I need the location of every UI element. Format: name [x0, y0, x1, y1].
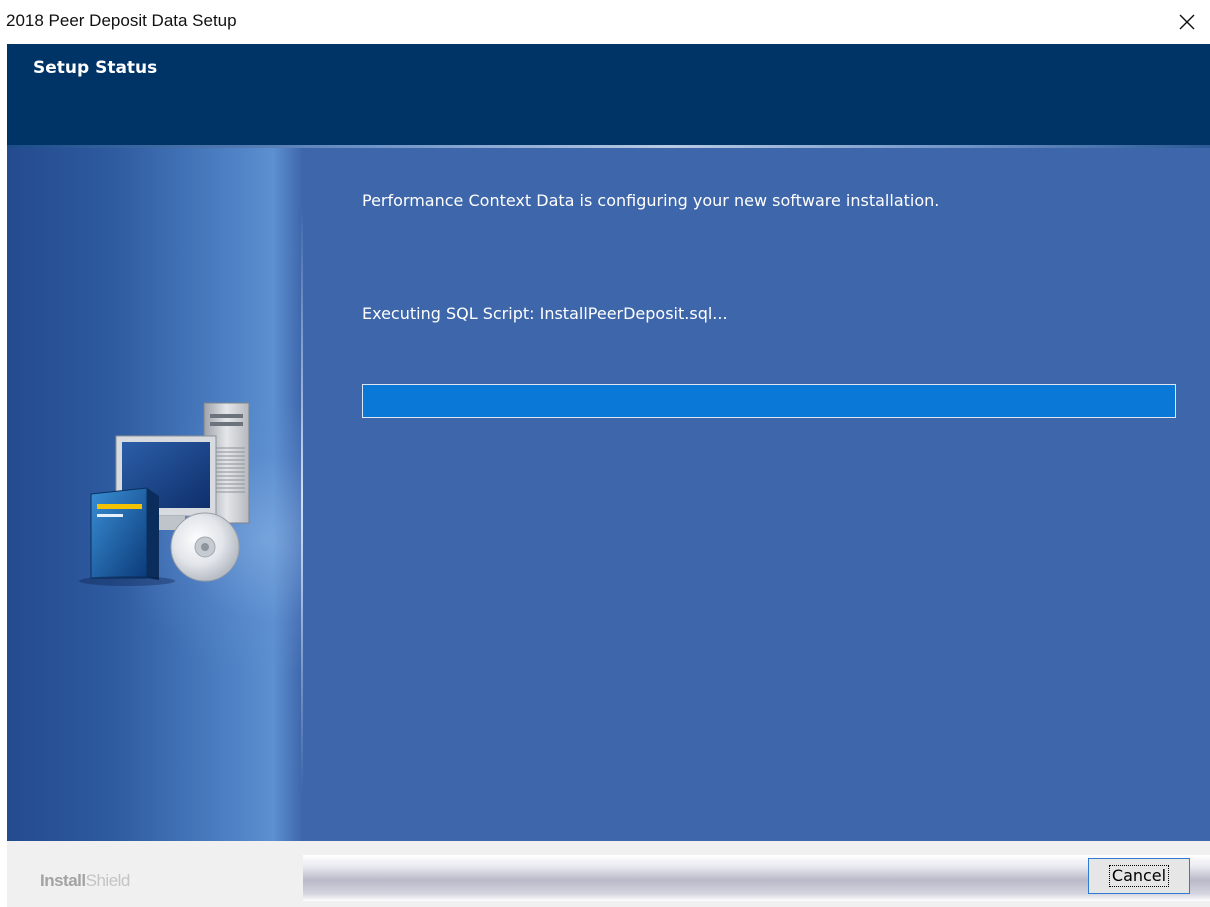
logo-light-text: Shield: [85, 871, 131, 890]
title-bar: 2018 Peer Deposit Data Setup: [0, 0, 1210, 44]
page-title: Setup Status: [33, 58, 158, 78]
cancel-button-label: Cancel: [1108, 865, 1170, 887]
computer-install-illustration: [79, 402, 250, 586]
close-button[interactable]: [1164, 0, 1210, 44]
window-title: 2018 Peer Deposit Data Setup: [6, 11, 237, 30]
footer-divider-bar: [303, 855, 1210, 901]
footer-bar: InstallShield Cancel: [7, 841, 1210, 907]
installshield-logo: InstallShield: [40, 871, 130, 891]
status-message: Performance Context Data is configuring …: [362, 191, 940, 210]
current-action-text: Executing SQL Script: InstallPeerDeposit…: [362, 304, 728, 323]
panel-edge-highlight: [301, 208, 303, 788]
progress-fill: [363, 385, 1175, 417]
main-panel: Performance Context Data is configuring …: [7, 148, 1210, 841]
logo-strong-text: Install: [40, 871, 86, 890]
close-icon: [1179, 14, 1195, 30]
header-banner: Setup Status: [7, 44, 1210, 145]
side-graphic-panel: [7, 148, 303, 841]
setup-window: 2018 Peer Deposit Data Setup Setup Statu…: [0, 0, 1210, 907]
status-content: Performance Context Data is configuring …: [362, 148, 1192, 841]
progress-bar: [362, 384, 1176, 418]
cancel-button[interactable]: Cancel: [1088, 858, 1190, 894]
